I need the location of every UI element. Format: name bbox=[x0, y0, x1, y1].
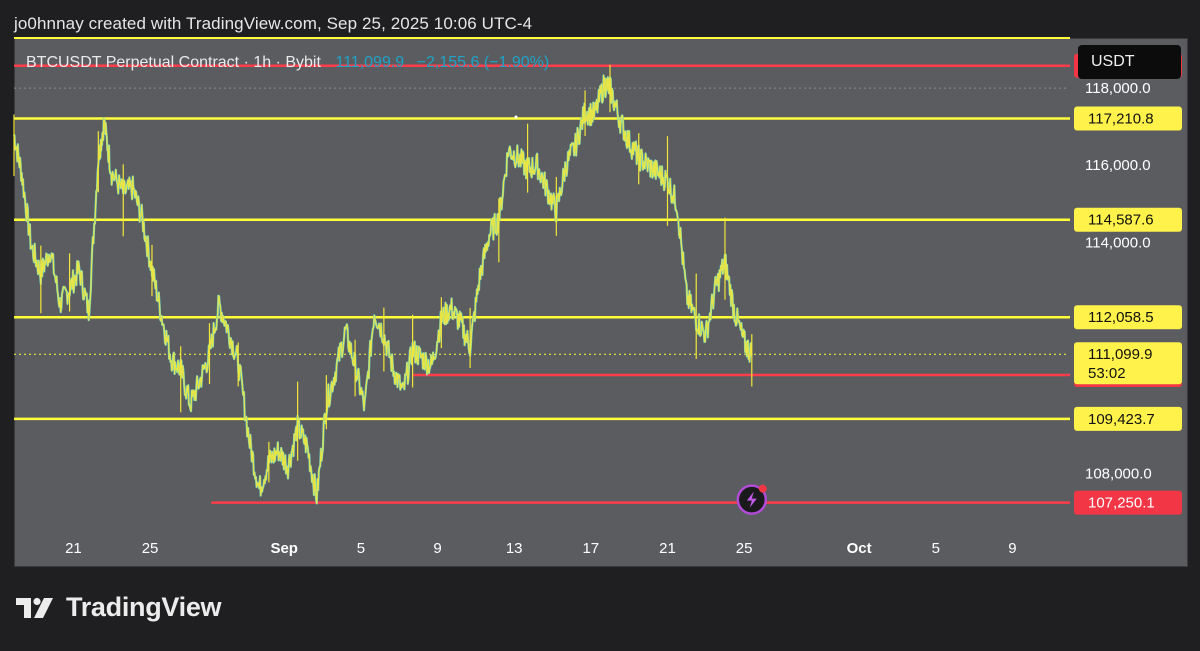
price-change: −2,155.6 (−1.90%) bbox=[416, 54, 550, 71]
symbol-title: BTCUSDT Perpetual Contract · 1h · Bybit bbox=[26, 54, 321, 71]
symbol-legend[interactable]: BTCUSDT Perpetual Contract · 1h · Bybit … bbox=[26, 54, 549, 72]
level-price-tag-5: 109,423.7 bbox=[1088, 411, 1155, 428]
y-tick-label: 114,000.0 bbox=[1085, 234, 1151, 251]
x-tick-label: 5 bbox=[932, 540, 940, 557]
countdown-label: 53:02 bbox=[1088, 365, 1126, 382]
level-price-tag-1: 117,210.8 bbox=[1088, 111, 1154, 128]
level-price-tag-2: 114,587.6 bbox=[1088, 212, 1154, 229]
series-layer bbox=[13, 64, 753, 505]
x-tick-label: 17 bbox=[582, 540, 599, 557]
y-tick-label: 116,000.0 bbox=[1085, 157, 1151, 174]
price-series-shadow bbox=[13, 74, 753, 505]
y-tick-label: 118,000.0 bbox=[1085, 80, 1151, 97]
y-axis: 108,000.0114,000.0116,000.0118,000.0118,… bbox=[1074, 53, 1182, 515]
y-tick-label: 108,000.0 bbox=[1085, 466, 1152, 483]
price-chart[interactable]: 108,000.0114,000.0116,000.0118,000.0118,… bbox=[0, 0, 1200, 651]
notification-dot bbox=[758, 484, 767, 493]
x-tick-label: 25 bbox=[142, 540, 159, 557]
x-tick-label: Sep bbox=[270, 540, 298, 557]
x-axis: 21 25 Sep 5 9 13 17 21 25 Oct 5 9 bbox=[65, 540, 1017, 557]
marker-layer bbox=[514, 115, 768, 515]
x-tick-label: 5 bbox=[357, 540, 365, 557]
current-price-tag: 111,099.9 bbox=[1088, 346, 1153, 363]
level-price-tag-6: 107,250.1 bbox=[1088, 495, 1155, 512]
cursor-dot bbox=[514, 115, 518, 119]
x-tick-label: Oct bbox=[847, 540, 872, 557]
x-tick-label: 9 bbox=[1008, 540, 1016, 557]
tradingview-logo: TradingView bbox=[16, 592, 222, 623]
x-tick-label: 21 bbox=[659, 540, 676, 557]
x-tick-label: 21 bbox=[65, 540, 82, 557]
level-price-tag-3: 112,058.5 bbox=[1088, 309, 1154, 326]
last-price: 111,099.9 bbox=[335, 54, 405, 71]
x-tick-label: 13 bbox=[506, 540, 523, 557]
tradingview-logo-icon bbox=[16, 597, 53, 618]
levels-layer bbox=[14, 37, 1070, 504]
price-series-line bbox=[13, 74, 753, 504]
x-tick-label: 25 bbox=[736, 540, 753, 557]
currency-selector-button[interactable]: USDT bbox=[1078, 45, 1181, 79]
brand-name: TradingView bbox=[66, 592, 222, 622]
x-tick-label: 9 bbox=[433, 540, 441, 557]
